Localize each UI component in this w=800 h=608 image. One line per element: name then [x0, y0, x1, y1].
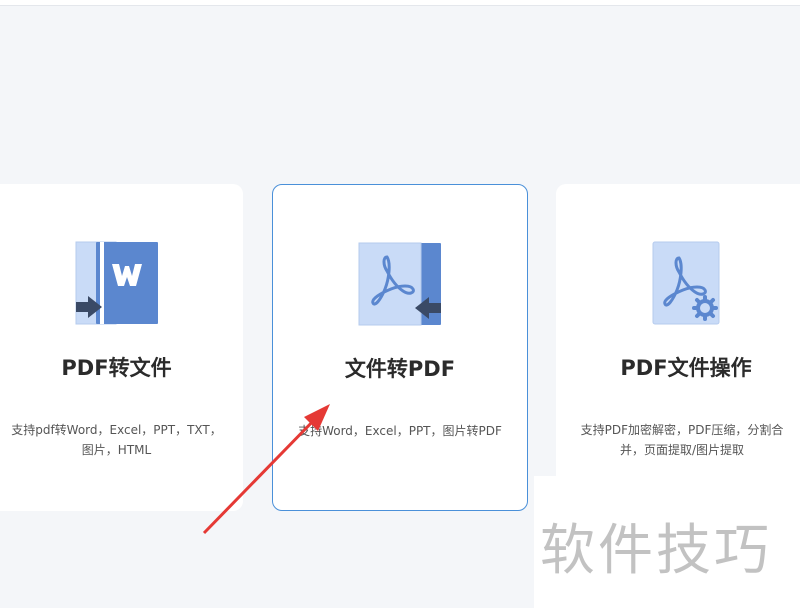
card-description: 支持Word，Excel，PPT，图片转PDF	[298, 424, 502, 438]
card-description: 支持pdf转Word，Excel，PPT，TXT，图片，HTML	[11, 423, 222, 457]
pdf-to-file-card[interactable]: PDF转文件 支持pdf转Word，Excel，PPT，TXT，图片，HTML	[0, 184, 243, 511]
file-to-pdf-icon	[358, 242, 441, 326]
card-description: 支持PDF加密解密，PDF压缩，分割合并，页面提取/图片提取	[580, 423, 784, 457]
watermark: 软件技巧	[540, 518, 773, 582]
pdf-to-word-icon	[75, 241, 158, 325]
card-title: 文件转PDF	[344, 357, 456, 381]
card-title: PDF文件操作	[620, 356, 752, 380]
pdf-operations-card[interactable]: PDF文件操作 支持PDF加密解密，PDF压缩，分割合并，页面提取/图片提取	[556, 184, 800, 511]
card-title: PDF转文件	[61, 356, 172, 380]
pdf-operations-icon	[652, 241, 720, 325]
top-bar	[0, 0, 800, 6]
file-to-pdf-card[interactable]: 文件转PDF 支持Word，Excel，PPT，图片转PDF	[272, 184, 528, 511]
